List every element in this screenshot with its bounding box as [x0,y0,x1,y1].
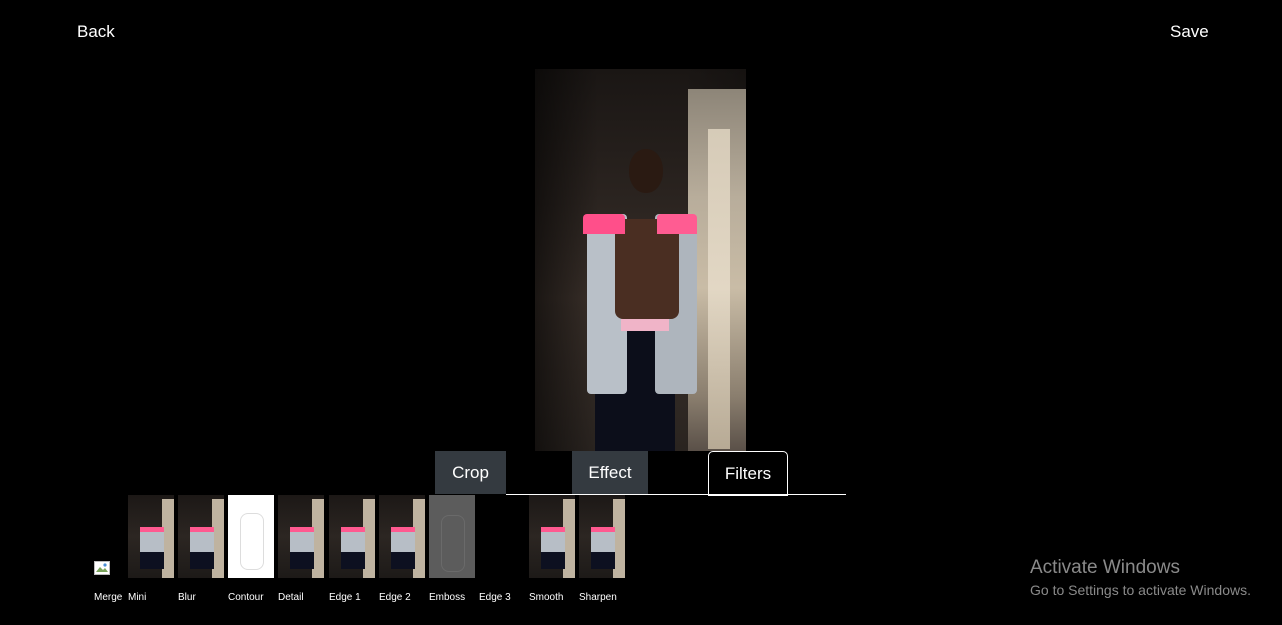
filter-label-edge-2[interactable]: Edge 2 [379,592,411,603]
filter-thumb-emboss[interactable] [429,495,475,578]
filter-thumb-sharpen[interactable] [579,495,625,578]
filter-label-smooth[interactable]: Smooth [529,592,563,603]
watermark-subtitle: Go to Settings to activate Windows. [1030,582,1251,598]
filter-label-detail[interactable]: Detail [278,592,304,603]
filter-thumb-mini[interactable] [128,495,174,578]
tab-filters[interactable]: Filters [708,451,788,496]
filter-label-edge-1[interactable]: Edge 1 [329,592,361,603]
filter-label-merge[interactable]: Merge [94,592,122,603]
filter-label-mini[interactable]: Mini [128,592,146,603]
filter-label-sharpen[interactable]: Sharpen [579,592,617,603]
broken-image-icon[interactable] [94,561,110,575]
edited-photo-preview [535,69,746,451]
filter-label-contour[interactable]: Contour [228,592,264,603]
tab-effect[interactable]: Effect [572,451,648,494]
filter-thumb-edge-1[interactable] [329,495,375,578]
filter-thumb-smooth[interactable] [529,495,575,578]
filter-thumb-contour[interactable] [228,495,274,578]
filter-thumb-blur[interactable] [178,495,224,578]
filter-label-edge-3[interactable]: Edge 3 [479,592,511,603]
tab-crop[interactable]: Crop [435,451,506,494]
filter-thumb-edge-3[interactable] [479,495,525,578]
watermark-title: Activate Windows [1030,557,1180,578]
activate-windows-watermark: Activate Windows Go to Settings to activ… [1030,557,1251,598]
filter-label-emboss[interactable]: Emboss [429,592,465,603]
filter-label-blur[interactable]: Blur [178,592,196,603]
filter-thumb-detail[interactable] [278,495,324,578]
filter-thumb-edge-2[interactable] [379,495,425,578]
back-button[interactable]: Back [77,22,115,42]
save-button[interactable]: Save [1170,22,1209,42]
